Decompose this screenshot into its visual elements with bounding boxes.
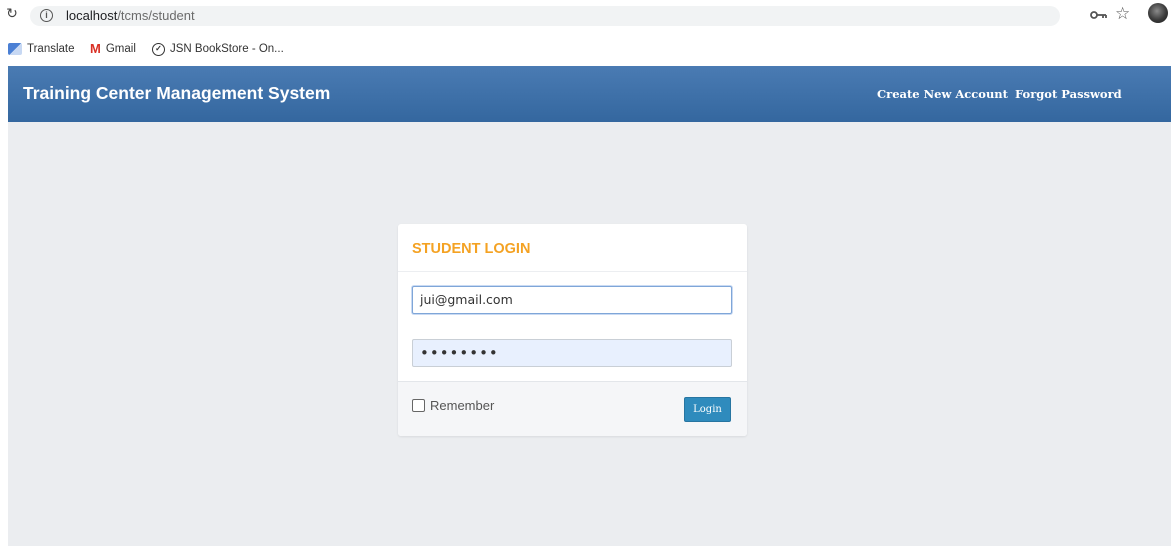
email-field[interactable]: jui@gmail.com xyxy=(412,286,732,314)
jsn-icon: ✓ xyxy=(152,42,165,56)
login-card: STUDENT LOGIN jui@gmail.com •••••••• Rem… xyxy=(398,224,747,436)
profile-avatar-icon[interactable] xyxy=(1148,3,1168,23)
bookmark-label: JSN BookStore - On... xyxy=(170,43,284,55)
info-icon[interactable]: i xyxy=(40,9,53,22)
key-icon[interactable] xyxy=(1090,9,1108,21)
bookmark-gmail[interactable]: M Gmail xyxy=(90,41,136,57)
bookmark-label: Translate xyxy=(27,43,75,55)
bookmark-label: Gmail xyxy=(105,43,136,55)
login-title: STUDENT LOGIN xyxy=(412,241,531,257)
password-field[interactable]: •••••••• xyxy=(412,339,732,367)
top-navbar: Training Center Management System Create… xyxy=(8,66,1171,122)
reload-icon[interactable]: ↻ xyxy=(4,5,20,21)
remember-checkbox[interactable] xyxy=(412,399,425,412)
page-body: Training Center Management System Create… xyxy=(8,66,1171,546)
bookmark-translate[interactable]: Translate xyxy=(8,41,75,57)
browser-toolbar: ↻ i localhost/tcms/student ☆ xyxy=(0,0,1171,33)
gmail-icon: M xyxy=(90,41,101,56)
login-card-footer: Remember Login xyxy=(398,381,747,436)
remember-label: Remember xyxy=(430,398,495,413)
star-icon[interactable]: ☆ xyxy=(1115,4,1130,24)
login-button[interactable]: Login xyxy=(684,397,731,422)
site-brand[interactable]: Training Center Management System xyxy=(23,83,330,104)
bookmarks-bar: Translate M Gmail ✓ JSN BookStore - On..… xyxy=(0,33,1171,66)
bookmark-jsn-bookstore[interactable]: ✓ JSN BookStore - On... xyxy=(152,41,284,57)
url-text: localhost/tcms/student xyxy=(66,8,195,23)
forgot-password-link[interactable]: Forgot Password xyxy=(1015,87,1122,101)
create-account-link[interactable]: Create New Account xyxy=(877,87,1008,101)
remember-option[interactable]: Remember xyxy=(412,398,494,413)
address-bar[interactable]: i localhost/tcms/student xyxy=(30,6,1060,26)
translate-icon xyxy=(8,43,22,55)
login-card-header: STUDENT LOGIN xyxy=(398,224,747,272)
